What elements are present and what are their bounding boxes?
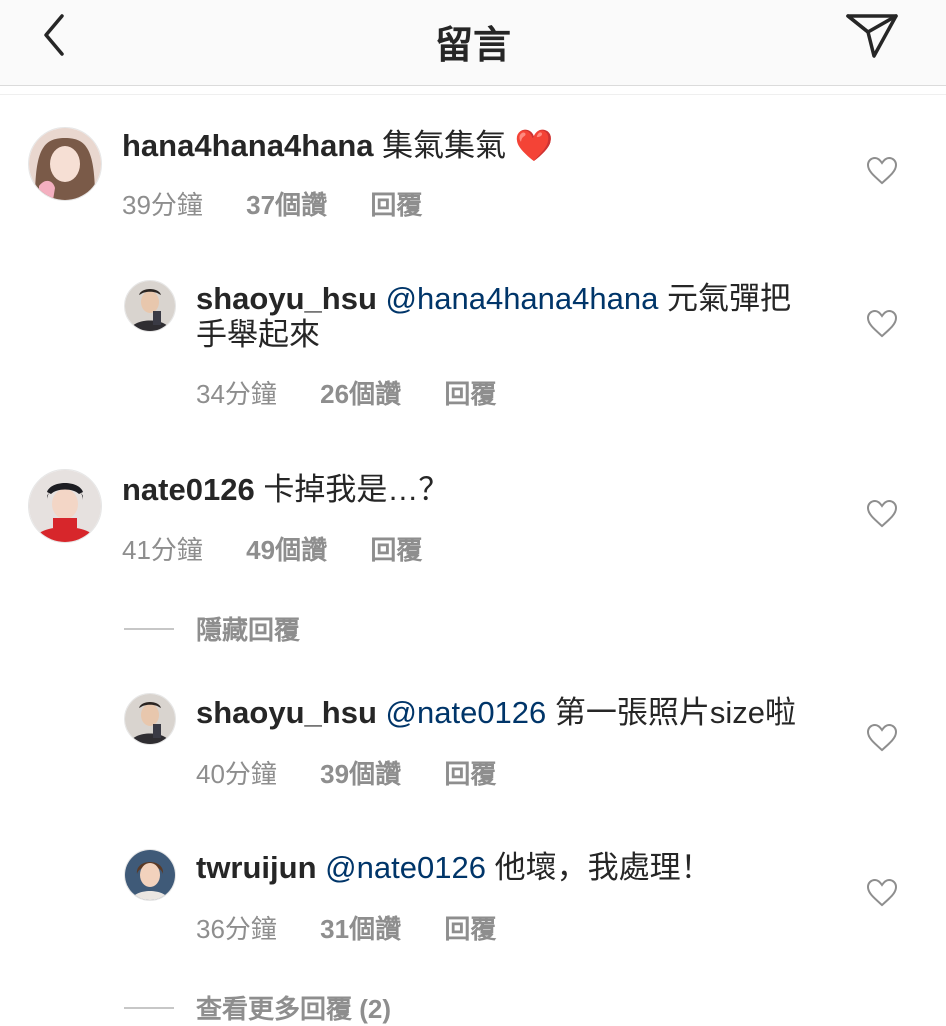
comment-text: hana4hana4hana 集氣集氣 ❤️ (122, 128, 553, 164)
comment-text: nate0126 卡掉我是…？ (122, 472, 449, 508)
comment-likes[interactable]: 26個讚 (320, 374, 401, 411)
avatar[interactable] (28, 469, 102, 543)
mention-link[interactable]: @nate0126 (325, 850, 486, 885)
view-more-replies-label: 查看更多回覆 (2) (196, 994, 392, 1024)
reply-button[interactable]: 回覆 (444, 909, 496, 946)
comment-likes[interactable]: 37個讚 (246, 185, 327, 222)
heart-outline-icon[interactable] (866, 878, 898, 908)
comment-body: 集氣集氣 (382, 128, 507, 163)
heart-outline-icon[interactable] (866, 156, 898, 186)
comment-text: shaoyu_hsu @hana4hana4hana 元氣彈把 手舉起來 (196, 281, 836, 353)
view-more-replies-button[interactable]: 查看更多回覆 (2) (124, 989, 391, 1025)
header-divider (0, 94, 946, 95)
paper-plane-icon[interactable] (838, 6, 904, 62)
reply-button[interactable]: 回覆 (444, 754, 496, 791)
comment-body: 第一張照片size啦 (554, 695, 797, 730)
heart-outline-icon[interactable] (866, 309, 898, 339)
reply-button[interactable]: 回覆 (444, 374, 496, 411)
comment-meta: 41分鐘 49個讚 回覆 (122, 530, 458, 567)
comment-body: 卡掉我是…？ (263, 472, 450, 507)
heart-outline-icon[interactable] (866, 499, 898, 529)
hide-replies-button[interactable]: 隱藏回覆 (124, 610, 300, 646)
comment-username[interactable]: hana4hana4hana (122, 128, 374, 163)
comment-username[interactable]: shaoyu_hsu (196, 695, 377, 730)
reply-button[interactable]: 回覆 (370, 185, 422, 222)
page-title: 留言 (434, 25, 511, 67)
comment-body-line2: 手舉起來 (196, 317, 320, 352)
comment-username[interactable]: nate0126 (122, 472, 255, 507)
mention-link[interactable]: @nate0126 (386, 695, 547, 730)
comment-time: 34分鐘 (196, 379, 277, 409)
comment-body: 他壞，我處理！ (494, 850, 712, 885)
comment-username[interactable]: twruijun (196, 850, 317, 885)
comment-time: 39分鐘 (122, 190, 203, 220)
heart-outline-icon[interactable] (866, 723, 898, 753)
comment-likes[interactable]: 39個讚 (320, 754, 401, 791)
comment-meta: 34分鐘 26個讚 回覆 (196, 374, 532, 411)
comment-body: 元氣彈把 (666, 281, 791, 316)
avatar[interactable] (124, 280, 176, 332)
reply-button[interactable]: 回覆 (370, 530, 422, 567)
mention-link[interactable]: @hana4hana4hana (386, 281, 659, 316)
thread-line (124, 1006, 174, 1009)
thread-line (124, 627, 174, 630)
avatar[interactable] (124, 693, 176, 745)
avatar[interactable] (28, 127, 102, 201)
comment-username[interactable]: shaoyu_hsu (196, 281, 377, 316)
comment-time: 36分鐘 (196, 914, 277, 944)
comment-meta: 39分鐘 37個讚 回覆 (122, 185, 458, 222)
comment-meta: 40分鐘 39個讚 回覆 (196, 754, 532, 791)
comment-likes[interactable]: 49個讚 (246, 530, 327, 567)
comment-meta: 36分鐘 31個讚 回覆 (196, 909, 532, 946)
heart-emoji: ❤️ (514, 128, 554, 163)
comment-text: twruijun @nate0126 他壞，我處理！ (196, 850, 712, 886)
comment-text: shaoyu_hsu @nate0126 第一張照片size啦 (196, 695, 796, 731)
comment-time: 40分鐘 (196, 759, 277, 789)
comment-likes[interactable]: 31個讚 (320, 909, 401, 946)
avatar[interactable] (124, 849, 176, 901)
hide-replies-label: 隱藏回覆 (196, 615, 301, 645)
top-bar: 留言 (0, 0, 946, 86)
comment-time: 41分鐘 (122, 535, 203, 565)
